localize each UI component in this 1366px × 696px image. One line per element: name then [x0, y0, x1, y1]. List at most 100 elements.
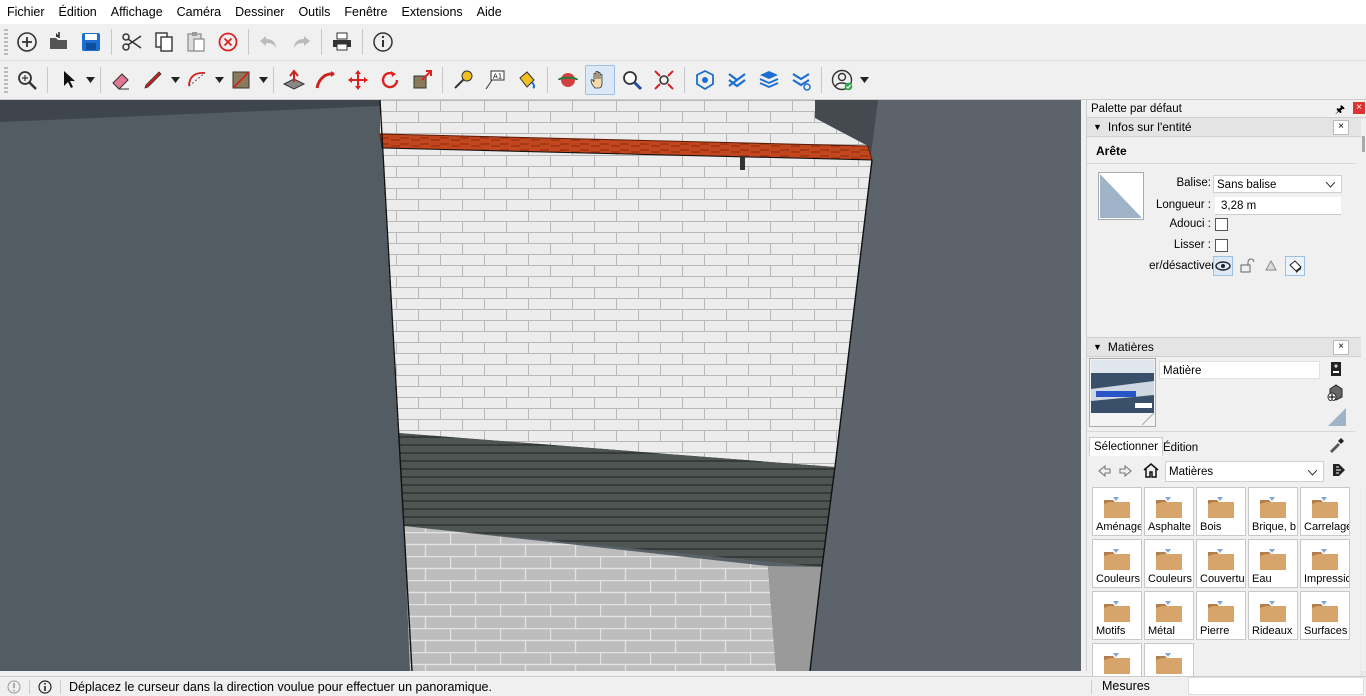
receive-shadow-button[interactable] — [1285, 256, 1305, 276]
rectangle-tool-dropdown[interactable] — [257, 65, 269, 95]
orbit-tool-button[interactable] — [553, 65, 583, 95]
material-library-folder[interactable]: Eau — [1248, 539, 1298, 588]
drawing-area[interactable] — [0, 100, 1081, 671]
material-library-folder[interactable]: Rideaux — [1248, 591, 1298, 640]
menu-item-6[interactable]: Fenêtre — [337, 0, 394, 24]
hide-toggle-button[interactable] — [1213, 256, 1233, 276]
menu-item-4[interactable]: Dessiner — [228, 0, 291, 24]
arc-tool-button[interactable] — [182, 65, 212, 95]
entity-info-header[interactable]: ▼ Infos sur l'entité × — [1087, 117, 1366, 137]
undo-button[interactable] — [254, 27, 284, 57]
details-arrow-icon[interactable] — [1331, 462, 1347, 478]
length-field[interactable]: 3,28 m — [1215, 197, 1341, 215]
layout-button[interactable] — [754, 65, 784, 95]
display-secondary-pane-icon[interactable] — [1329, 361, 1343, 377]
material-library-folder[interactable]: Couvertu — [1196, 539, 1246, 588]
tray-scroll-thumb[interactable] — [1362, 136, 1365, 152]
print-button[interactable] — [327, 27, 357, 57]
paint-bucket-tool-button[interactable] — [512, 65, 542, 95]
material-library-folder[interactable]: Bois — [1196, 487, 1246, 536]
warehouse-button[interactable] — [690, 65, 720, 95]
eraser-tool-button[interactable] — [106, 65, 136, 95]
material-library-folder[interactable]: Aménage — [1092, 487, 1142, 536]
cast-shadow-icon[interactable] — [1263, 258, 1279, 274]
follow-me-tool-button[interactable] — [311, 65, 341, 95]
zoom-extents-button[interactable] — [12, 65, 42, 95]
material-library-folder[interactable]: Couleurs — [1092, 539, 1142, 588]
toolbar-grip[interactable] — [4, 67, 8, 93]
select-tool-dropdown[interactable] — [84, 65, 96, 95]
materials-header[interactable]: ▼ Matières × — [1087, 337, 1366, 357]
create-material-icon[interactable] — [1327, 383, 1345, 401]
tag-select[interactable]: Sans balise — [1213, 175, 1342, 193]
line-tool-button[interactable] — [138, 65, 168, 95]
tray-scrollbar[interactable] — [1361, 118, 1366, 671]
push-pull-tool-button[interactable] — [279, 65, 309, 95]
menu-item-0[interactable]: Fichier — [0, 0, 52, 24]
new-file-button[interactable] — [12, 27, 42, 57]
menu-item-7[interactable]: Extensions — [395, 0, 470, 24]
rectangle-tool-button[interactable] — [226, 65, 256, 95]
forward-arrow-icon[interactable] — [1119, 464, 1133, 478]
3d-model-view[interactable] — [0, 100, 1081, 671]
material-library-folder[interactable]: Asphalte — [1144, 487, 1194, 536]
material-library-folder[interactable]: Métal — [1144, 591, 1194, 640]
material-library-folder[interactable]: Pierre — [1196, 591, 1246, 640]
material-name-field[interactable]: Matière — [1159, 361, 1320, 379]
material-browser-nav: Matières — [1087, 457, 1355, 485]
cut-button[interactable] — [117, 27, 147, 57]
material-library-folder[interactable]: Surfaces — [1300, 591, 1350, 640]
instructor-info-icon[interactable] — [38, 679, 52, 694]
materials-close-button[interactable]: × — [1333, 340, 1349, 355]
line-tool-dropdown[interactable] — [169, 65, 181, 95]
menu-item-5[interactable]: Outils — [291, 0, 337, 24]
delete-button[interactable] — [213, 27, 243, 57]
account-dropdown[interactable] — [858, 65, 870, 95]
lock-icon[interactable] — [1239, 258, 1255, 274]
material-library-folder[interactable]: Couleurs — [1144, 539, 1194, 588]
menu-item-1[interactable]: Édition — [52, 0, 104, 24]
material-library-folder[interactable]: Motifs — [1092, 591, 1142, 640]
redo-button[interactable] — [286, 27, 316, 57]
pan-tool-button[interactable] — [585, 65, 615, 95]
home-icon[interactable] — [1142, 461, 1160, 479]
select-tool-button[interactable] — [53, 65, 83, 95]
material-library-folder[interactable]: Carrelage — [1300, 487, 1350, 536]
zoom-window-button[interactable] — [649, 65, 679, 95]
smooth-checkbox[interactable] — [1215, 239, 1228, 252]
scale-tool-button[interactable] — [407, 65, 437, 95]
material-library-folder[interactable]: Brique, b — [1248, 487, 1298, 536]
text-tool-button[interactable]: A1 — [480, 65, 510, 95]
extension-warehouse-button[interactable] — [722, 65, 752, 95]
material-preview[interactable] — [1089, 358, 1156, 427]
arc-tool-dropdown[interactable] — [213, 65, 225, 95]
tab-edit[interactable]: Édition — [1163, 439, 1198, 457]
sample-paint-icon[interactable] — [1327, 435, 1345, 453]
zoom-tool-button[interactable] — [617, 65, 647, 95]
entity-info-close-button[interactable]: × — [1333, 120, 1349, 135]
menu-item-8[interactable]: Aide — [470, 0, 509, 24]
tape-measure-tool-button[interactable] — [448, 65, 478, 95]
open-file-button[interactable] — [44, 27, 74, 57]
material-library-folder[interactable]: Impressio — [1300, 539, 1350, 588]
save-button[interactable] — [76, 27, 106, 57]
material-swatch[interactable] — [1098, 172, 1144, 220]
back-arrow-icon[interactable] — [1097, 464, 1111, 478]
tab-select[interactable]: Sélectionner — [1089, 437, 1163, 456]
measurements-input[interactable] — [1188, 677, 1364, 695]
menu-item-3[interactable]: Caméra — [170, 0, 228, 24]
model-info-button[interactable] — [368, 27, 398, 57]
library-select[interactable]: Matières — [1165, 461, 1324, 482]
default-material-icon[interactable] — [1327, 407, 1347, 427]
geolocation-icon[interactable] — [7, 680, 21, 694]
account-button[interactable] — [827, 65, 857, 95]
toolbar-grip[interactable] — [4, 29, 8, 55]
rotate-tool-button[interactable] — [375, 65, 405, 95]
move-tool-button[interactable] — [343, 65, 373, 95]
extension-manager-button[interactable] — [786, 65, 816, 95]
tray-close-button[interactable]: × — [1353, 102, 1365, 114]
paste-button[interactable] — [181, 27, 211, 57]
copy-button[interactable] — [149, 27, 179, 57]
menu-item-2[interactable]: Affichage — [104, 0, 170, 24]
soft-checkbox[interactable] — [1215, 218, 1228, 231]
